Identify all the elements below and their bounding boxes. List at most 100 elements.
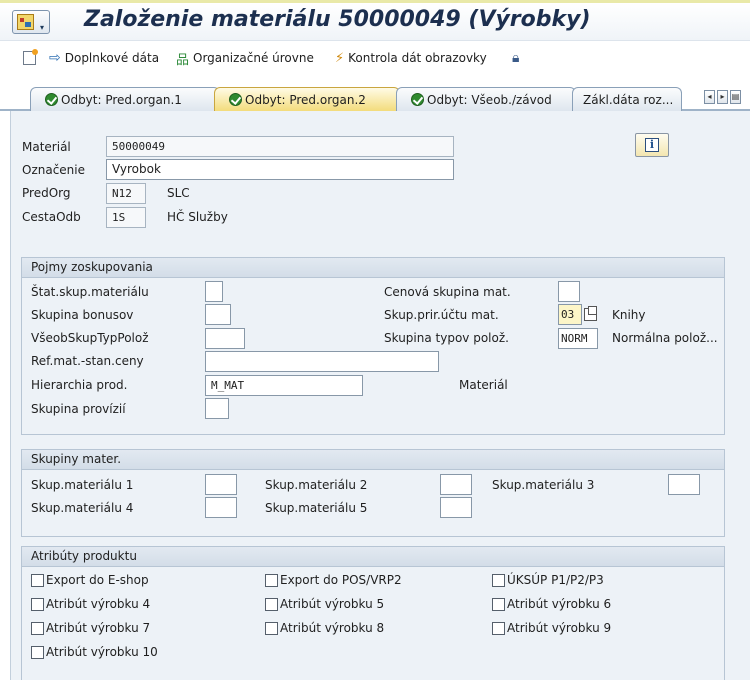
checkbox-box[interactable] <box>31 645 44 659</box>
new-document-icon <box>23 49 38 65</box>
checkbox-box[interactable] <box>265 621 278 635</box>
value-help-icon[interactable] <box>584 306 597 321</box>
item-cat-group-field[interactable]: NORM <box>558 328 598 349</box>
sales-org-text: SLC <box>167 186 190 200</box>
sap-menu-button[interactable]: ▾ <box>12 10 50 34</box>
acct-group-text: Knihy <box>612 308 646 322</box>
mat-group-1-field[interactable] <box>205 474 237 495</box>
group-title: Skupiny mater. <box>22 450 724 470</box>
checkbox-box[interactable] <box>265 597 278 611</box>
check-screen-button[interactable]: ⚡ Kontrola dát obrazovky <box>335 49 487 67</box>
attribute-label: Atribút výrobku 5 <box>280 597 385 611</box>
price-group-field[interactable] <box>558 281 580 302</box>
rebate-group-field[interactable] <box>205 304 231 325</box>
additional-data-button[interactable]: ⇨ Doplnkové dáta <box>49 49 159 67</box>
attribute-checkbox[interactable]: Atribút výrobku 7 <box>31 621 150 635</box>
tab-label: Odbyt: Pred.organ.1 <box>61 92 182 107</box>
item-cat-group-label: Skupina typov polož. <box>384 331 509 345</box>
lock-icon: 🔒︎ <box>512 50 520 66</box>
tab-basic-data[interactable]: Zákl.dáta roz... <box>572 87 682 111</box>
org-levels-label: Organizačné úrovne <box>193 51 314 65</box>
group-title: Pojmy zoskupovania <box>22 258 724 278</box>
checkbox-box[interactable] <box>492 597 505 611</box>
group-title: Atribúty produktu <box>22 547 724 567</box>
tab-sales-org-2[interactable]: Odbyt: Pred.organ.2 <box>214 87 400 111</box>
hierarchy-text: Materiál <box>459 378 508 392</box>
attribute-checkbox[interactable]: Atribút výrobku 6 <box>492 597 611 611</box>
arrow-right-icon: ⇨ <box>49 50 61 66</box>
mat-group-5-field[interactable] <box>440 497 472 518</box>
attribute-label: Atribút výrobku 4 <box>46 597 151 611</box>
tab-scroll-right-icon[interactable]: ▸ <box>717 90 728 104</box>
commission-label: Skupina provízií <box>31 402 126 416</box>
material-field: 50000049 <box>106 136 454 157</box>
lock-button[interactable]: 🔒︎ <box>512 49 519 67</box>
mat-group-3-label: Skup.materiálu 3 <box>492 478 595 492</box>
sales-org-field: N12 <box>106 183 146 204</box>
price-group-label: Cenová skupina mat. <box>384 285 511 299</box>
acct-group-label: Skup.prir.účtu mat. <box>384 308 499 322</box>
material-label: Materiál <box>22 140 71 154</box>
checkbox-box[interactable] <box>492 573 505 587</box>
description-field[interactable]: Vyrobok <box>106 159 454 180</box>
info-button[interactable]: i <box>635 133 669 157</box>
material-groups-group: Skupiny mater. Skup.materiálu 1 Skup.mat… <box>21 449 725 537</box>
pricing-ref-field[interactable] <box>205 351 439 372</box>
attribute-checkbox[interactable]: Atribút výrobku 9 <box>492 621 611 635</box>
attribute-label: Atribút výrobku 9 <box>507 621 612 635</box>
org-levels-button[interactable]: 品 Organizačné úrovne <box>176 49 314 68</box>
tab-scroll-left-icon[interactable]: ◂ <box>704 90 715 104</box>
tab-label: Odbyt: Všeob./závod <box>427 92 552 107</box>
checkmark-ok-icon <box>45 93 58 106</box>
attribute-label: Atribút výrobku 6 <box>507 597 612 611</box>
gen-item-cat-label: VšeobSkupTypPolož <box>31 331 149 345</box>
attribute-checkbox[interactable]: Atribút výrobku 10 <box>31 645 158 659</box>
dist-channel-text: HČ Služby <box>167 210 228 224</box>
checkbox-box[interactable] <box>31 597 44 611</box>
attribute-checkbox[interactable]: Export do E-shop <box>31 573 149 587</box>
mat-group-3-field[interactable] <box>668 474 700 495</box>
sap-menu-icon <box>17 14 34 30</box>
attribute-checkbox[interactable]: Atribút výrobku 4 <box>31 597 150 611</box>
attribute-checkbox[interactable]: Export do POS/VRP2 <box>265 573 402 587</box>
rebate-group-label: Skupina bonusov <box>31 308 134 322</box>
mat-group-1-label: Skup.materiálu 1 <box>31 478 134 492</box>
checkbox-box[interactable] <box>31 621 44 635</box>
description-label: Označenie <box>22 163 86 177</box>
stat-group-field[interactable] <box>205 281 223 302</box>
tab-list-icon[interactable]: ▤ <box>730 90 741 104</box>
grouping-terms-group: Pojmy zoskupovania Štat.skup.materiálu C… <box>21 257 725 435</box>
attribute-label: Atribút výrobku 8 <box>280 621 385 635</box>
checkbox-box[interactable] <box>265 573 278 587</box>
mat-group-4-field[interactable] <box>205 497 237 518</box>
additional-data-label: Doplnkové dáta <box>64 51 160 65</box>
checkbox-box[interactable] <box>31 573 44 587</box>
pricing-ref-label: Ref.mat.-stan.ceny <box>31 354 144 368</box>
tab-strip: Odbyt: Pred.organ.1 Odbyt: Pred.organ.2 … <box>0 81 750 111</box>
tab-label: Odbyt: Pred.organ.2 <box>245 92 366 107</box>
checkmark-ok-icon <box>411 93 424 106</box>
dist-channel-field: 1S <box>106 207 146 228</box>
checkbox-box[interactable] <box>492 621 505 635</box>
attribute-label: Atribút výrobku 7 <box>46 621 151 635</box>
gen-item-cat-field[interactable] <box>205 328 245 349</box>
title-bar: ▾ Založenie materiálu 50000049 (Výrobky) <box>0 3 750 41</box>
attribute-label: Export do POS/VRP2 <box>280 573 402 587</box>
page-title: Založenie materiálu 50000049 (Výrobky) <box>84 7 591 32</box>
attribute-checkbox[interactable]: ÚKSÚP P1/P2/P3 <box>492 573 604 587</box>
application-toolbar: ⇨ Doplnkové dáta 品 Organizačné úrovne ⚡ … <box>0 41 750 73</box>
attribute-checkbox[interactable]: Atribút výrobku 5 <box>265 597 384 611</box>
commission-field[interactable] <box>205 398 229 419</box>
acct-group-field[interactable]: 03 <box>558 304 582 325</box>
hierarchy-field[interactable]: M_MAT <box>205 375 363 396</box>
tab-sales-general-plant[interactable]: Odbyt: Všeob./závod <box>396 87 576 111</box>
attribute-checkbox[interactable]: Atribút výrobku 8 <box>265 621 384 635</box>
item-cat-group-text: Normálna polož... <box>612 331 718 345</box>
chevron-down-icon: ▾ <box>40 23 45 32</box>
new-document-button[interactable] <box>23 49 38 67</box>
mat-group-2-field[interactable] <box>440 474 472 495</box>
dist-channel-label: CestaOdb <box>22 210 81 224</box>
attribute-label: ÚKSÚP P1/P2/P3 <box>507 573 604 587</box>
info-icon: i <box>645 138 659 152</box>
tab-sales-org-1[interactable]: Odbyt: Pred.organ.1 <box>30 87 220 111</box>
